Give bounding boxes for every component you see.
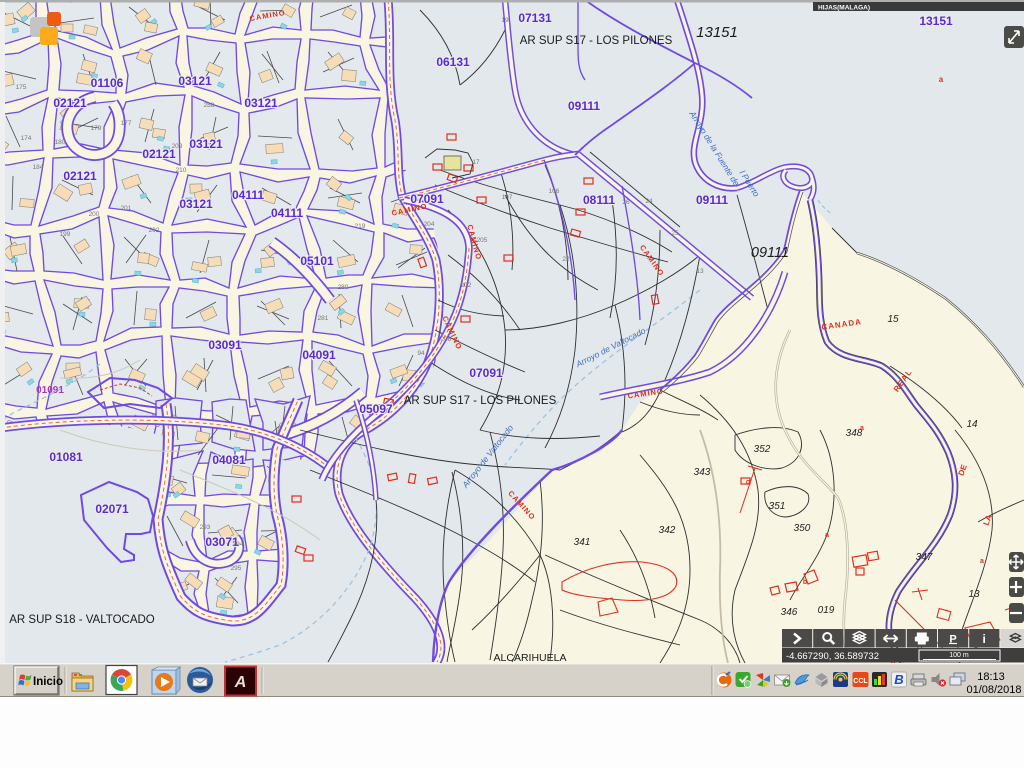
svg-text:351: 351: [769, 501, 786, 512]
svg-text:17: 17: [472, 159, 480, 166]
svg-text:175: 175: [16, 84, 27, 91]
svg-text:25: 25: [671, 230, 679, 237]
svg-text:i: i: [983, 632, 986, 646]
svg-text:293: 293: [200, 524, 211, 531]
svg-text:AR SUP S18 - VALTOCADO: AR SUP S18 - VALTOCADO: [9, 614, 155, 626]
svg-text:210: 210: [176, 167, 187, 174]
svg-text:15: 15: [887, 314, 899, 325]
svg-text:180: 180: [55, 139, 66, 146]
svg-text:a: a: [980, 558, 984, 565]
svg-text:04111: 04111: [271, 206, 303, 220]
svg-text:205: 205: [477, 237, 488, 244]
svg-text:AR SUP S17 - LOS PILONES: AR SUP S17 - LOS PILONES: [520, 35, 673, 47]
svg-text:22: 22: [562, 256, 570, 263]
svg-text:07131: 07131: [518, 11, 552, 25]
svg-text:09111: 09111: [696, 193, 728, 207]
svg-text:26: 26: [622, 199, 630, 206]
svg-text:ALCARIHUELA: ALCARIHUELA: [494, 652, 567, 664]
svg-text:01091: 01091: [36, 385, 64, 396]
svg-text:04091: 04091: [302, 348, 336, 362]
svg-text:346: 346: [781, 607, 798, 618]
svg-text:13151: 13151: [919, 14, 953, 28]
svg-text:01081: 01081: [49, 450, 83, 464]
svg-text:-4.667290, 36.589732: -4.667290, 36.589732: [786, 651, 879, 662]
svg-text:13: 13: [968, 589, 980, 600]
svg-text:02071: 02071: [95, 502, 129, 516]
svg-text:03121: 03121: [244, 96, 278, 110]
svg-text:CCL: CCL: [853, 678, 868, 685]
svg-text:03121: 03121: [189, 137, 223, 151]
svg-text:13151: 13151: [696, 24, 738, 41]
svg-text:202: 202: [149, 227, 160, 234]
svg-text:341: 341: [574, 537, 591, 548]
svg-text:177: 177: [121, 120, 132, 127]
svg-text:209: 209: [172, 143, 183, 150]
svg-text:204: 204: [424, 221, 435, 228]
svg-text:HIJAS(MALAGA): HIJAS(MALAGA): [818, 5, 870, 12]
svg-text:o: o: [746, 479, 750, 486]
svg-text:a: a: [939, 75, 944, 84]
svg-text:280: 280: [338, 284, 349, 291]
svg-text:09111: 09111: [568, 99, 600, 113]
svg-text:348: 348: [846, 428, 863, 439]
svg-text:04081: 04081: [212, 453, 246, 467]
svg-text:05097: 05097: [359, 402, 393, 416]
svg-text:14: 14: [966, 419, 978, 430]
svg-text:02121: 02121: [63, 169, 97, 183]
svg-text:100 m: 100 m: [949, 652, 969, 659]
svg-text:01/08/2018: 01/08/2018: [966, 684, 1021, 696]
svg-text:03121: 03121: [178, 74, 212, 88]
svg-text:b: b: [803, 579, 807, 586]
svg-text:a: a: [825, 532, 829, 539]
svg-text:07091: 07091: [469, 366, 503, 380]
svg-text:219: 219: [355, 223, 366, 230]
svg-text:Inicio: Inicio: [33, 676, 63, 688]
svg-text:199: 199: [60, 231, 71, 238]
svg-text:295: 295: [231, 565, 242, 572]
svg-text:179: 179: [91, 125, 102, 132]
svg-text:24: 24: [645, 198, 653, 205]
svg-text:342: 342: [659, 525, 676, 536]
svg-text:03121: 03121: [179, 197, 213, 211]
svg-text:AR SUP S17 - LOS PILONES: AR SUP S17 - LOS PILONES: [404, 395, 557, 407]
svg-text:B: B: [894, 672, 903, 687]
svg-text:202: 202: [461, 282, 472, 289]
svg-text:04111: 04111: [232, 188, 264, 202]
svg-text:08111: 08111: [583, 193, 615, 207]
svg-text:019: 019: [818, 605, 835, 616]
svg-text:288: 288: [204, 102, 215, 109]
svg-text:201: 201: [121, 205, 132, 212]
svg-text:350: 350: [794, 523, 811, 534]
svg-text:281: 281: [318, 315, 329, 322]
svg-text:294: 294: [233, 541, 244, 548]
svg-text:13: 13: [696, 268, 704, 275]
svg-text:06131: 06131: [436, 55, 470, 69]
svg-text:18:13: 18:13: [977, 671, 1005, 683]
svg-text:206: 206: [441, 336, 452, 343]
svg-text:106: 106: [549, 188, 560, 195]
svg-text:347: 347: [916, 552, 933, 563]
svg-text:343: 343: [694, 467, 711, 478]
svg-text:174: 174: [21, 135, 32, 142]
svg-text:352: 352: [754, 444, 771, 455]
svg-text:A: A: [234, 674, 247, 691]
svg-text:19: 19: [501, 17, 509, 24]
svg-text:184: 184: [33, 164, 44, 171]
svg-text:03091: 03091: [208, 338, 242, 352]
svg-text:01106: 01106: [91, 76, 124, 90]
svg-text:107: 107: [502, 194, 513, 201]
svg-text:02121: 02121: [53, 96, 87, 110]
svg-text:09111: 09111: [751, 245, 789, 261]
svg-text:200: 200: [89, 211, 100, 218]
svg-text:94: 94: [417, 350, 425, 357]
svg-text:05101: 05101: [300, 254, 334, 268]
